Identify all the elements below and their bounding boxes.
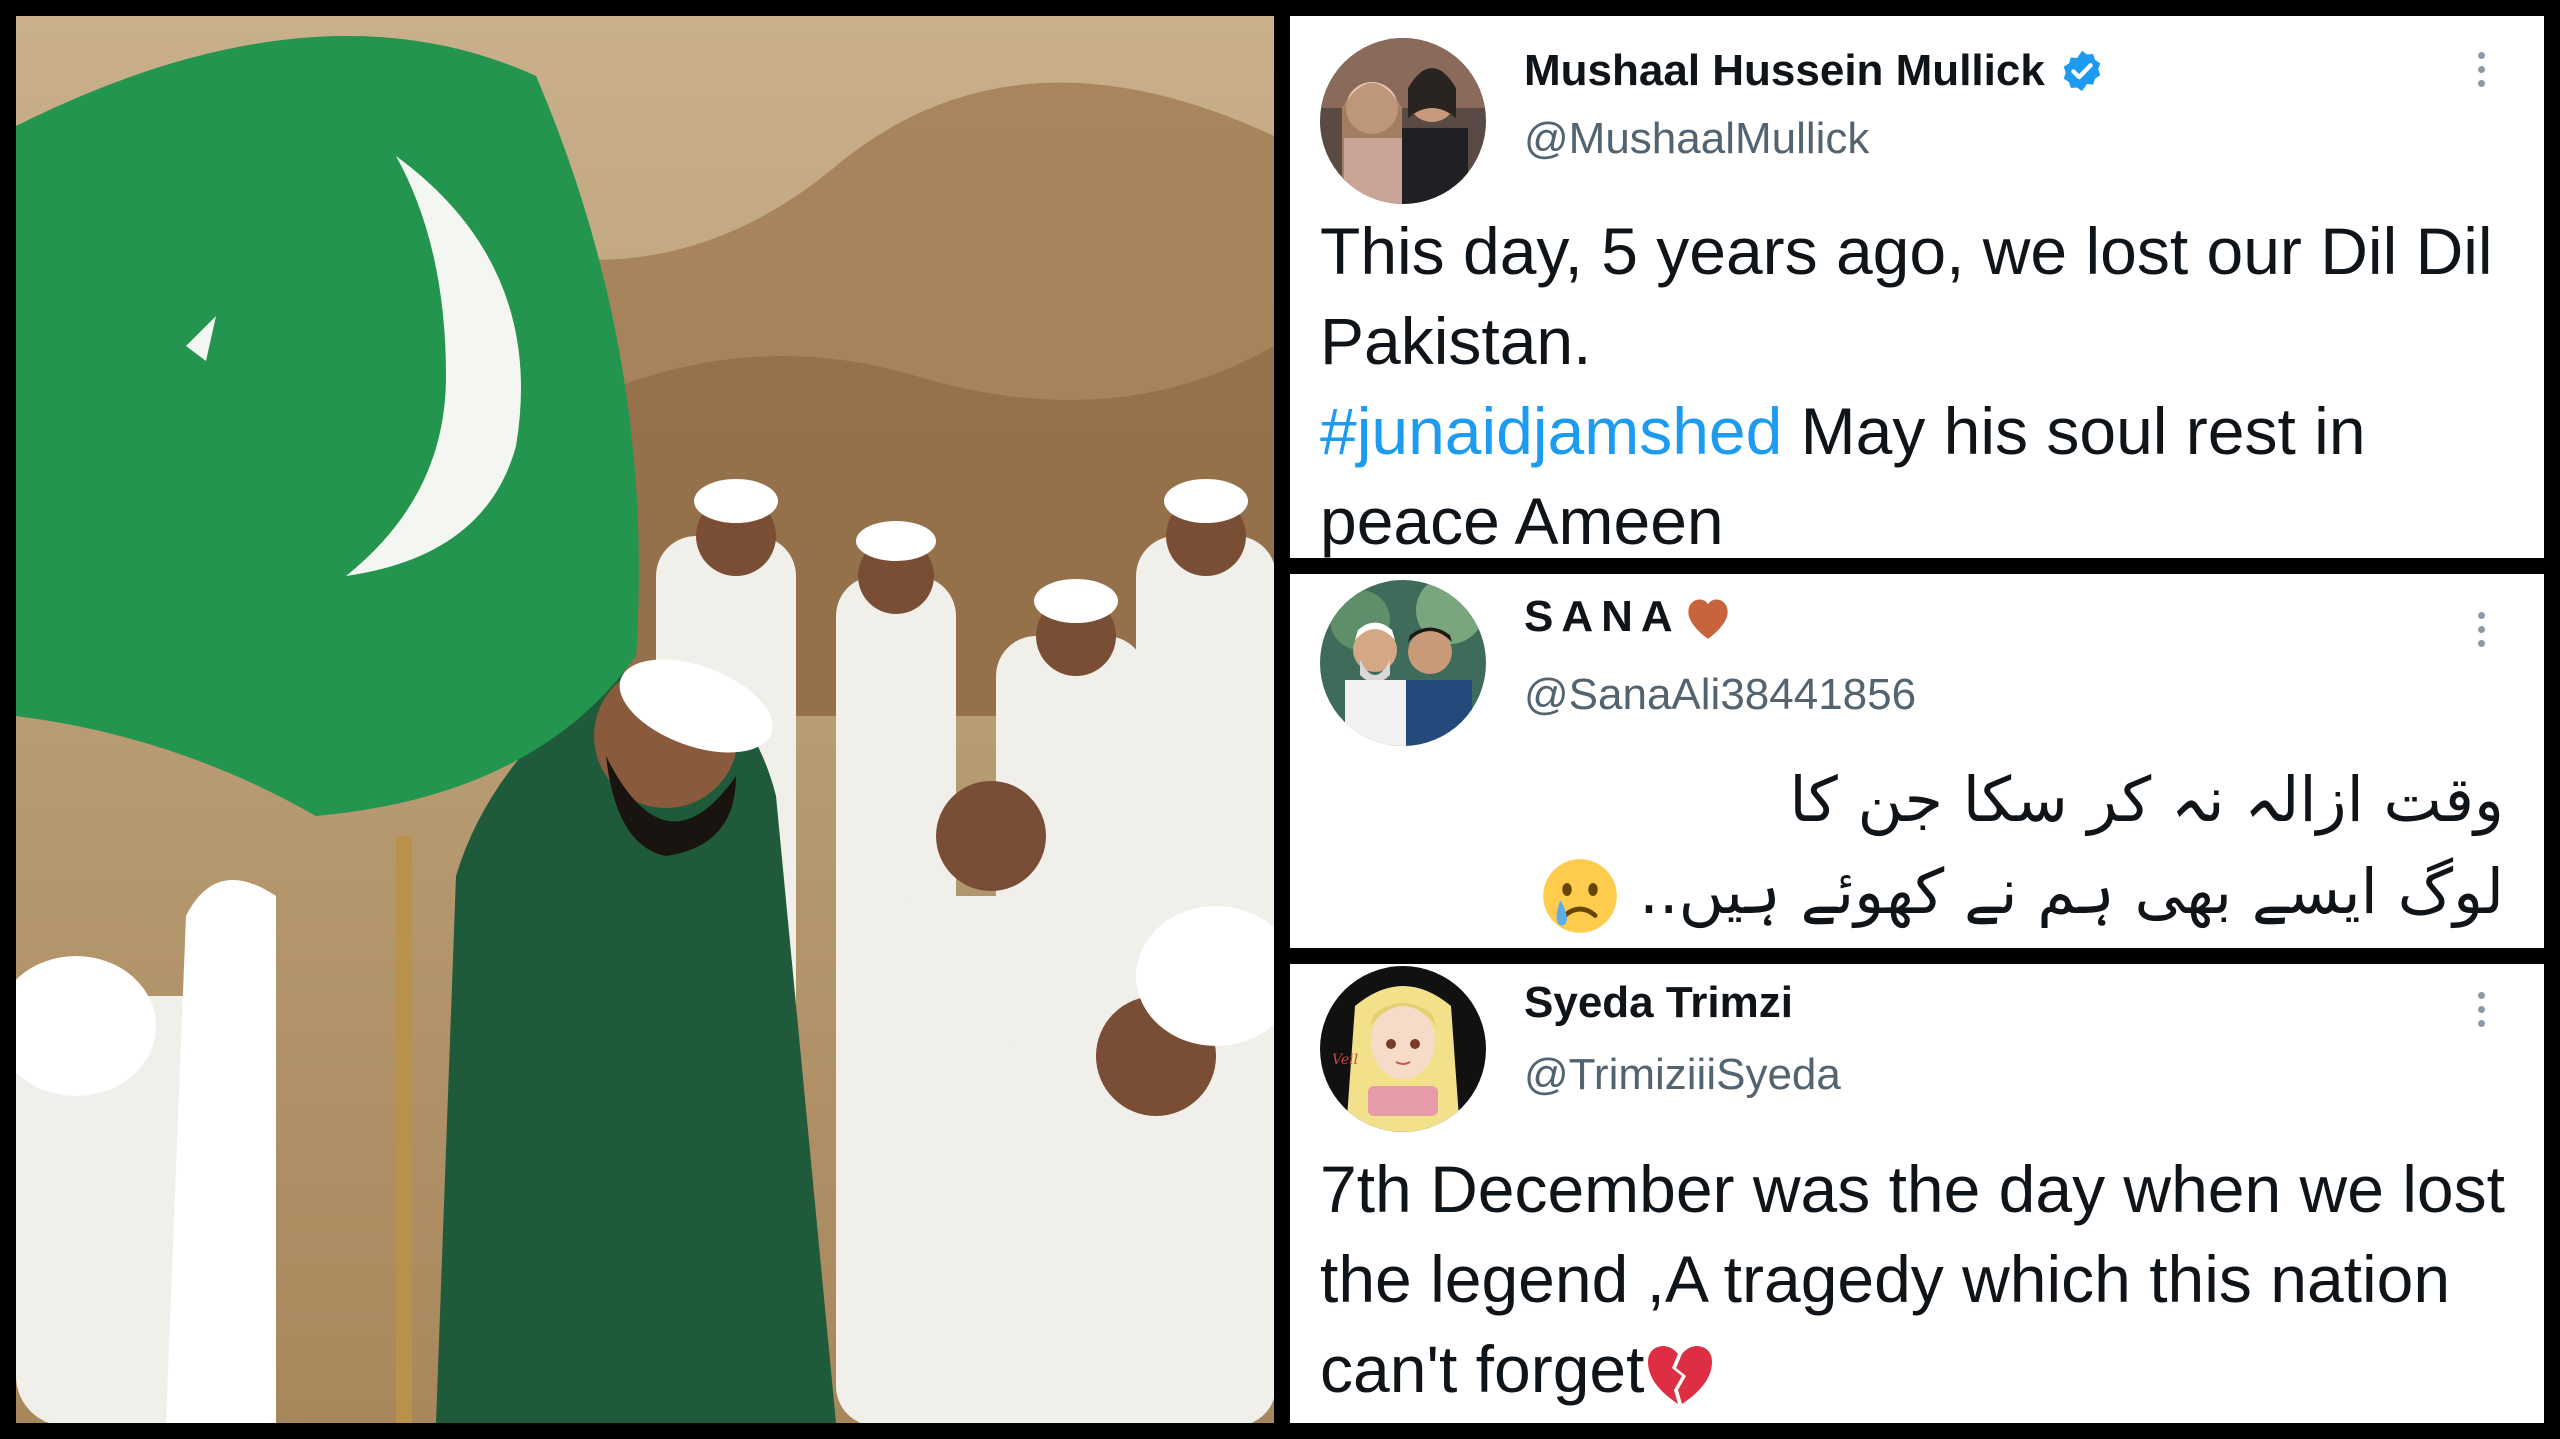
tweet-text: 7th December was the day when we lost th… xyxy=(1320,1144,2510,1414)
display-name[interactable]: Syeda Trimzi xyxy=(1524,978,1793,1028)
display-name-text: Syeda Trimzi xyxy=(1524,978,1794,1027)
avatar[interactable]: Veil xyxy=(1320,966,1486,1132)
tweet-card: SANA @SanaAli38441856 وقت ازالہ نہ کر سک… xyxy=(1290,574,2544,948)
photo-pakistan-flag-crowd xyxy=(16,16,1274,1423)
tweet-text-line-2: لوگ ایسے بھی ہم نے کھوئے ہیں.. xyxy=(1541,846,2504,938)
tweet-text-main: This day, 5 years ago, we lost our Dil D… xyxy=(1320,214,2493,378)
tweet-text: This day, 5 years ago, we lost our Dil D… xyxy=(1320,206,2514,558)
display-name-text: Mushaal Hussein Mullick xyxy=(1524,46,2045,95)
verified-badge-icon xyxy=(2063,50,2101,92)
broken-heart-icon xyxy=(1648,1345,1713,1404)
more-options-icon[interactable] xyxy=(2478,52,2486,87)
orange-heart-icon xyxy=(1688,599,1728,639)
handle[interactable]: @SanaAli38441856 xyxy=(1524,670,1916,720)
hashtag-link[interactable]: #junaidjamshed xyxy=(1320,394,1782,468)
tweet-text-main: 7th December was the day when we lost th… xyxy=(1320,1152,2505,1406)
tweet-text-line-2-text: لوگ ایسے بھی ہم نے کھوئے ہیں.. xyxy=(1639,855,2504,928)
handle[interactable]: @MushaalMullick xyxy=(1524,114,1869,164)
display-name[interactable]: Mushaal Hussein Mullick xyxy=(1524,46,2105,96)
svg-text:Veil: Veil xyxy=(1332,1052,1358,1068)
more-options-icon[interactable] xyxy=(2478,612,2486,647)
avatar[interactable] xyxy=(1320,580,1486,746)
display-name[interactable]: SANA xyxy=(1524,592,1735,642)
tweet-card: Mushaal Hussein Mullick @MushaalMullick … xyxy=(1290,16,2544,558)
handle[interactable]: @TrimiziiiSyeda xyxy=(1524,1050,1841,1100)
tweet-card: Veil Syeda Trimzi @TrimiziiiSyeda 7th De… xyxy=(1290,964,2544,1423)
tweet-text-line-1: وقت ازالہ نہ کر سکا جن کا xyxy=(1789,763,2504,836)
display-name-text: SANA xyxy=(1524,592,1681,641)
avatar[interactable] xyxy=(1320,38,1486,204)
crying-face-icon xyxy=(1543,859,1618,933)
tweet-text: وقت ازالہ نہ کر سکا جن کا لوگ ایسے بھی ہ… xyxy=(1541,754,2504,938)
more-options-icon[interactable] xyxy=(2478,992,2486,1027)
